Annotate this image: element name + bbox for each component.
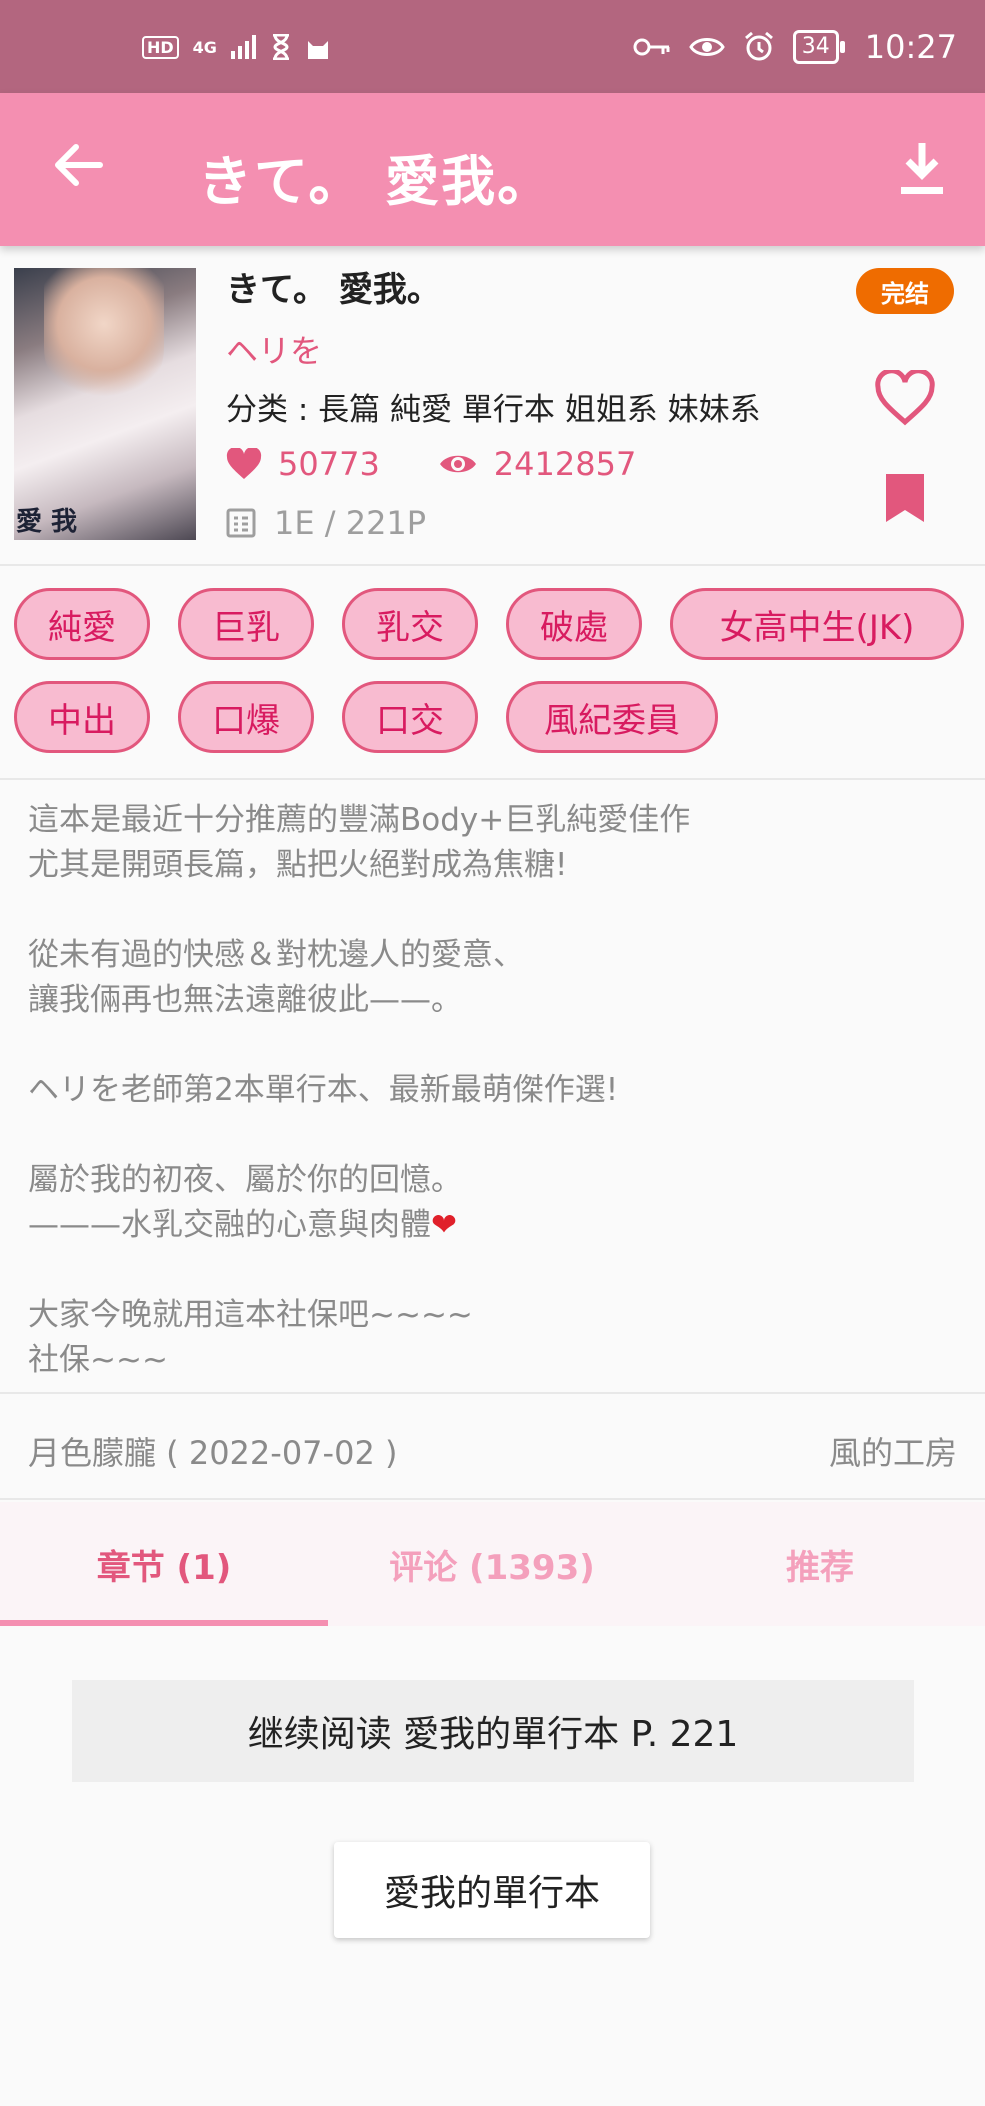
download-icon[interactable] xyxy=(895,139,949,199)
page-title: きて。 愛我。 xyxy=(198,150,554,213)
description-tail: 大家今晚就用這本社保吧~~~~ 社保~~~ xyxy=(28,1297,473,1378)
signal-icon xyxy=(230,35,256,59)
chapter-button[interactable]: 愛我的單行本 xyxy=(334,1842,650,1938)
eye-icon xyxy=(439,455,476,473)
clock: 10:27 xyxy=(864,28,957,66)
tag-chip[interactable]: 中出 xyxy=(14,681,150,753)
favorite-heart-icon[interactable] xyxy=(874,370,936,426)
tag-chip[interactable]: 破處 xyxy=(506,588,642,660)
page-count: 1E / 221P xyxy=(274,504,427,542)
divider xyxy=(0,778,985,780)
cover-title-text: 愛 我 xyxy=(16,507,78,537)
description: 這本是最近十分推薦的豐滿Body+巨乳純愛佳作 尤其是開頭長篇，點把火絕對成為焦… xyxy=(28,798,958,1383)
status-left-icons: HD 4G xyxy=(142,34,331,60)
tab-bar: 章节 (1) 评论 (1393) 推荐 xyxy=(0,1502,985,1626)
tag-chip[interactable]: 風紀委員 xyxy=(506,681,718,753)
divider xyxy=(0,1498,985,1500)
network-label: 4G xyxy=(192,37,217,57)
back-arrow-icon[interactable] xyxy=(48,135,108,195)
likes-stat: 50773 xyxy=(226,445,380,483)
tab-comments[interactable]: 评论 (1393) xyxy=(328,1502,656,1626)
eye-comfort-icon xyxy=(689,38,725,56)
heart-icon xyxy=(226,448,262,479)
continue-reading-button[interactable]: 继续阅读 愛我的單行本 P. 221 xyxy=(72,1680,914,1782)
divider xyxy=(0,1392,985,1394)
tag-chip[interactable]: 女高中生(JK) xyxy=(670,588,964,660)
views-stat: 2412857 xyxy=(438,445,637,483)
alarm-icon xyxy=(744,31,773,61)
views-count: 2412857 xyxy=(493,445,637,483)
tab-recommend[interactable]: 推荐 xyxy=(656,1502,984,1626)
app-bar: きて。 愛我。 xyxy=(0,93,985,246)
hd-icon: HD xyxy=(142,35,179,59)
comic-stats: 50773 2412857 xyxy=(226,445,694,483)
comic-cover[interactable]: 愛 我 xyxy=(14,268,196,540)
page-count-row: 1E / 221P xyxy=(226,504,426,542)
author-link[interactable]: ヘリを xyxy=(226,326,322,372)
tag-chip[interactable]: 口交 xyxy=(342,681,478,753)
uploader-date[interactable]: 月色朦朧 ( 2022-07-02 ) xyxy=(28,1428,397,1474)
tag-chip[interactable]: 口爆 xyxy=(178,681,314,753)
bookmark-icon[interactable] xyxy=(884,472,926,524)
tag-chip[interactable]: 純愛 xyxy=(14,588,150,660)
category-text: 分类 : 長篇 純愛 單行本 姐姐系 妹妹系 xyxy=(226,392,761,428)
tag-chip[interactable]: 乳交 xyxy=(342,588,478,660)
group-name[interactable]: 風的工房 xyxy=(829,1428,957,1474)
tab-chapters[interactable]: 章节 (1) xyxy=(0,1502,328,1626)
cover-illustration xyxy=(44,268,164,408)
likes-count: 50773 xyxy=(278,445,380,483)
pages-icon xyxy=(226,508,256,538)
red-heart-emoji: ❤ xyxy=(431,1207,457,1243)
battery-indicator: 34 xyxy=(792,30,845,64)
divider xyxy=(0,564,985,566)
key-icon xyxy=(633,38,670,56)
status-badge: 完结 xyxy=(856,268,954,314)
tab-indicator xyxy=(0,1620,328,1626)
tag-chip[interactable]: 巨乳 xyxy=(178,588,314,660)
comic-title: きて。 愛我。 xyxy=(226,270,441,310)
description-text: 這本是最近十分推薦的豐滿Body+巨乳純愛佳作 尤其是開頭長篇，點把火絕對成為焦… xyxy=(28,802,691,1243)
status-bar: HD 4G 34 10:27 xyxy=(0,0,985,93)
cat-icon xyxy=(307,41,328,59)
hourglass-icon xyxy=(272,34,289,60)
status-right-icons: 34 10:27 xyxy=(633,28,957,66)
